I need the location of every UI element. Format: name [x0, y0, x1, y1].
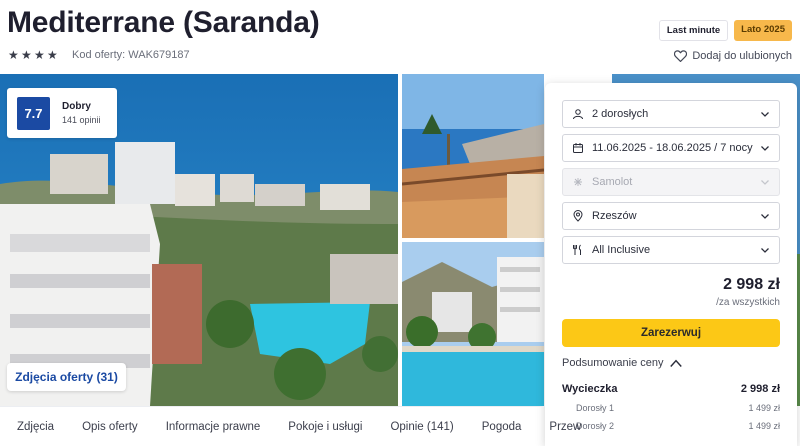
summary-main-value: 2 998 zł	[740, 383, 780, 395]
star-icon: ★	[21, 47, 32, 62]
summary-main-row: Wycieczka 2 998 zł	[562, 383, 780, 395]
add-to-favorites-button[interactable]: Dodaj do ulubionych	[674, 50, 792, 62]
pool-image	[402, 242, 544, 406]
tab-weather[interactable]: Pogoda	[482, 421, 522, 433]
rating-reviews: 141 opinii	[62, 115, 101, 125]
travelers-select[interactable]: 2 dorosłych	[562, 100, 780, 128]
chevron-down-icon	[761, 180, 769, 185]
booking-panel: 2 dorosłych 11.06.2025 - 18.06.2025 / 7 …	[545, 83, 797, 446]
cutlery-icon	[571, 243, 585, 257]
section-tabs: Zdjęcia Opis oferty Informacje prawne Po…	[0, 406, 581, 446]
reserve-button[interactable]: Zarezerwuj	[562, 319, 780, 347]
last-minute-badge: Last minute	[658, 20, 729, 41]
travelers-value: 2 dorosłych	[592, 108, 649, 120]
star-rating: ★ ★ ★ ★	[8, 47, 58, 62]
balcony-photo[interactable]	[402, 74, 544, 238]
chevron-up-icon	[669, 359, 682, 367]
hotel-meta: ★ ★ ★ ★ Kod oferty: WAK679187	[8, 47, 190, 62]
tab-description[interactable]: Opis oferty	[82, 421, 138, 433]
tab-photos[interactable]: Zdjęcia	[17, 421, 54, 433]
summary-row-label: Dorosły 1	[576, 403, 615, 413]
pool-photo[interactable]	[402, 242, 544, 406]
transport-value: Samolot	[592, 176, 633, 188]
dates-value: 11.06.2025 - 18.06.2025 / 7 nocy	[592, 142, 753, 154]
main-hotel-photo[interactable]: 7.7 Dobry 141 opinii Zdjęcia oferty (31)	[0, 74, 398, 406]
summary-main-label: Wycieczka	[562, 383, 618, 395]
calendar-icon	[571, 141, 585, 155]
chevron-down-icon	[761, 214, 769, 219]
summary-row-label: Dorosły 2	[576, 421, 615, 431]
add-to-favorites-label: Dodaj do ulubionych	[692, 50, 792, 62]
price-summary-label: Podsumowanie ceny	[562, 357, 664, 369]
chevron-down-icon	[761, 248, 769, 253]
offer-badges: Last minute Lato 2025	[658, 20, 792, 41]
transport-icon	[571, 175, 585, 189]
rating-label: Dobry	[62, 101, 91, 112]
rating-score: 7.7	[17, 96, 50, 130]
dates-select[interactable]: 11.06.2025 - 18.06.2025 / 7 nocy	[562, 134, 780, 162]
rating-card[interactable]: 7.7 Dobry 141 opinii	[7, 88, 117, 138]
tab-legal-info[interactable]: Informacje prawne	[166, 421, 261, 433]
chevron-down-icon	[761, 112, 769, 117]
summary-row: Dorosły 1 1 499 zł	[562, 403, 780, 413]
departure-value: Rzeszów	[592, 210, 637, 222]
departure-select[interactable]: Rzeszów	[562, 202, 780, 230]
tab-transport[interactable]: Przew	[549, 421, 581, 433]
price-summary-toggle[interactable]: Podsumowanie ceny	[562, 357, 780, 369]
transport-select: Samolot	[562, 168, 780, 196]
offer-code: Kod oferty: WAK679187	[72, 49, 190, 61]
board-select[interactable]: All Inclusive	[562, 236, 780, 264]
star-icon: ★	[34, 47, 45, 62]
board-value: All Inclusive	[592, 244, 651, 256]
balcony-view-image	[402, 74, 544, 238]
person-icon	[571, 107, 585, 121]
page-title: Mediterrane (Saranda)	[7, 6, 320, 39]
tab-rooms-services[interactable]: Pokoje i usługi	[288, 421, 362, 433]
location-pin-icon	[571, 209, 585, 223]
price-note: /za wszystkich	[716, 297, 780, 308]
heart-icon	[674, 50, 688, 62]
summary-row-value: 1 499 zł	[748, 403, 780, 413]
summary-row-value: 1 499 zł	[748, 421, 780, 431]
chevron-down-icon	[761, 146, 769, 151]
star-icon: ★	[8, 47, 19, 62]
summary-row: Dorosły 2 1 499 zł	[562, 421, 780, 431]
total-price: 2 998 zł	[723, 276, 780, 293]
season-badge: Lato 2025	[734, 20, 792, 41]
tab-reviews[interactable]: Opinie (141)	[390, 421, 453, 433]
star-icon: ★	[47, 47, 58, 62]
view-photos-button[interactable]: Zdjęcia oferty (31)	[7, 363, 126, 391]
